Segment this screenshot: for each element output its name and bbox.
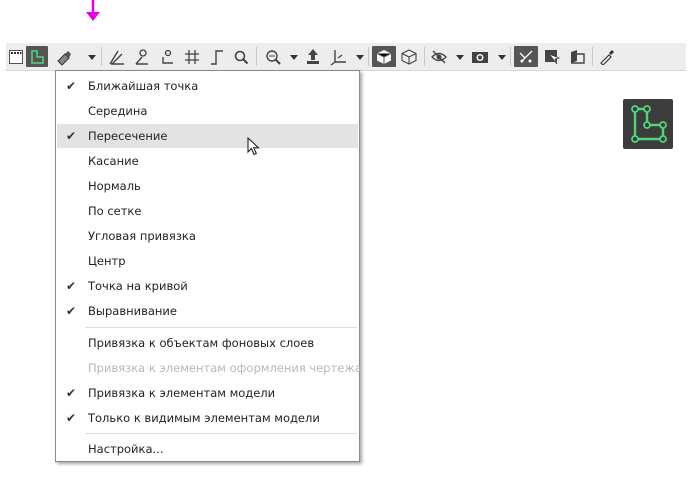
menu-item[interactable]: Привязка к объектам фоновых слоев — [57, 331, 358, 355]
layers-icon[interactable] — [566, 46, 588, 67]
menu-item[interactable]: По сетке — [57, 199, 358, 223]
menu-item-label: Привязка к элементам оформления чертежа — [88, 361, 362, 375]
point-icon[interactable] — [157, 46, 179, 67]
toolbar — [6, 43, 686, 71]
angle-icon[interactable] — [106, 46, 128, 67]
render-dropdown-chevron-icon[interactable] — [498, 55, 506, 60]
menu-item[interactable]: Привязка к элементам оформления чертежа — [57, 356, 362, 380]
menu-item[interactable]: Центр — [57, 249, 358, 273]
menu-item[interactable]: ✔ Привязка к элементам модели — [57, 381, 358, 405]
menu-item[interactable]: Середина — [57, 99, 358, 123]
sketch-icon — [623, 99, 673, 149]
visibility-icon[interactable] — [428, 46, 450, 67]
section-icon[interactable] — [514, 46, 538, 67]
menu-item[interactable]: Угловая привязка — [57, 224, 358, 248]
menu-item-label: Нормаль — [88, 179, 141, 193]
color-picker-icon[interactable] — [596, 46, 618, 67]
menu-item[interactable]: Касание — [57, 149, 358, 173]
sketch-mode-icon[interactable] — [26, 46, 48, 67]
checkmark-icon: ✔ — [66, 304, 77, 318]
menu-item-label: Центр — [88, 254, 126, 268]
mouse-cursor-icon — [247, 137, 260, 156]
checkmark-icon: ✔ — [66, 386, 77, 400]
checkmark-icon: ✔ — [66, 129, 77, 143]
menu-item-label: Только к видимым элементам модели — [88, 411, 320, 425]
menu-item-label: Угловая привязка — [88, 229, 196, 243]
menu-item-settings[interactable]: Настройка... — [57, 437, 358, 461]
axes-dropdown-chevron-icon[interactable] — [356, 55, 364, 60]
checkmark-icon: ✔ — [66, 411, 77, 425]
menu-item[interactable]: Нормаль — [57, 174, 358, 198]
snap-icon[interactable] — [52, 46, 76, 67]
move-icon[interactable] — [302, 46, 324, 67]
menu-item[interactable]: ✔ Ближайшая точка — [57, 74, 358, 98]
grid-icon[interactable] — [181, 46, 203, 67]
menu-item-label: Привязка к элементам модели — [88, 386, 276, 400]
menu-item[interactable]: ✔ Только к видимым элементам модели — [57, 406, 358, 430]
snap-dropdown-menu: ✔ Ближайшая точка Середина ✔ Пересечение Каса… — [55, 70, 362, 462]
dimension-icon[interactable] — [131, 46, 153, 67]
grip-icon[interactable] — [8, 46, 24, 67]
menu-separator — [85, 433, 357, 434]
menu-item-label: Настройка... — [88, 442, 164, 456]
render-icon[interactable] — [468, 46, 492, 67]
menu-item[interactable]: ✔ Выравнивание — [57, 299, 358, 323]
zoom-window-icon[interactable] — [262, 46, 284, 67]
menu-item[interactable]: ✔ Точка на кривой — [57, 274, 358, 298]
wireframe-icon[interactable] — [398, 46, 420, 67]
menu-item-label: Выравнивание — [88, 304, 177, 318]
menu-item-label: Середина — [88, 104, 148, 118]
ortho-icon[interactable] — [206, 46, 228, 67]
menu-separator — [85, 327, 357, 328]
checkmark-icon: ✔ — [66, 79, 77, 93]
menu-item-label: Привязка к объектам фоновых слоев — [88, 336, 315, 350]
zoom-dropdown-chevron-icon[interactable] — [290, 55, 298, 60]
menu-item-label: Касание — [88, 154, 139, 168]
visibility-dropdown-chevron-icon[interactable] — [456, 55, 464, 60]
pointer-arrow-icon — [86, 0, 100, 21]
checkmark-icon: ✔ — [66, 279, 77, 293]
view-cube-icon[interactable] — [372, 46, 396, 67]
menu-item-label: Пересечение — [88, 129, 168, 143]
menu-item[interactable]: ✔ Пересечение — [57, 124, 358, 148]
axes-icon[interactable] — [328, 46, 350, 67]
zoom-icon[interactable] — [230, 46, 252, 67]
display-icon[interactable] — [541, 46, 563, 67]
menu-item-label: По сетке — [88, 204, 142, 218]
snap-dropdown-chevron-icon[interactable] — [88, 55, 96, 60]
menu-item-label: Точка на кривой — [88, 279, 188, 293]
menu-item-label: Ближайшая точка — [88, 79, 199, 93]
